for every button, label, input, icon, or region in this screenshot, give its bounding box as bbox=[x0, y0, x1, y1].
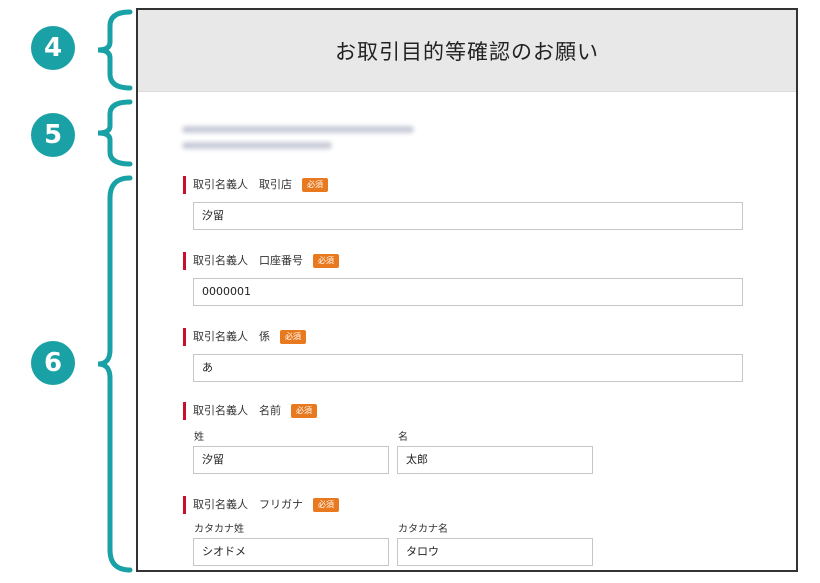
first-name-input[interactable]: 太郎 bbox=[397, 446, 593, 474]
form-screenshot-frame: お取引目的等確認のお願い 取引名義人 取引店 必須 汐留 取引名義人 口座番号 必須… bbox=[136, 8, 798, 572]
account-field-label: 取引名義人 口座番号 必須 bbox=[183, 252, 339, 270]
department-field-label: 取引名義人 係必須 bbox=[183, 328, 306, 346]
header-brace bbox=[97, 9, 133, 91]
branch-input[interactable]: 汐留 bbox=[193, 202, 743, 230]
department-label-text: 取引名義人 係 bbox=[193, 330, 270, 343]
required-badge: 必須 bbox=[291, 404, 317, 418]
first-name-kana-label: カタカナ名 bbox=[398, 524, 448, 535]
intro-brace bbox=[97, 99, 133, 167]
last-name-input[interactable]: 汐留 bbox=[193, 446, 389, 474]
last-name-label: 姓 bbox=[194, 432, 204, 443]
callout-number-6: 6 bbox=[31, 341, 75, 385]
required-badge: 必須 bbox=[313, 254, 339, 268]
callout-number-4: 4 bbox=[31, 26, 75, 70]
form-brace bbox=[97, 175, 133, 573]
furigana-label-text: 取引名義人 フリガナ bbox=[193, 498, 303, 511]
account-label-text: 取引名義人 口座番号 bbox=[193, 254, 303, 267]
account-number-input[interactable]: 0000001 bbox=[193, 278, 743, 306]
page-header: お取引目的等確認のお願い bbox=[138, 10, 796, 92]
first-name-kana-input[interactable]: タロウ bbox=[397, 538, 593, 566]
name-field-label: 取引名義人 名前 必須 bbox=[183, 402, 317, 420]
page-title: お取引目的等確認のお願い bbox=[335, 40, 599, 64]
required-badge: 必須 bbox=[313, 498, 339, 512]
department-input[interactable]: あ bbox=[193, 354, 743, 382]
first-name-label: 名 bbox=[398, 432, 408, 443]
callout-number-5: 5 bbox=[31, 113, 75, 157]
name-label-text: 取引名義人 名前 bbox=[193, 404, 281, 417]
last-name-kana-input[interactable]: シオドメ bbox=[193, 538, 389, 566]
required-badge: 必須 bbox=[302, 178, 328, 192]
furigana-field-label: 取引名義人 フリガナ 必須 bbox=[183, 496, 339, 514]
required-badge: 必須 bbox=[280, 330, 306, 344]
branch-label-text: 取引名義人 取引店 bbox=[193, 178, 292, 191]
branch-field-label: 取引名義人 取引店 必須 bbox=[183, 176, 328, 194]
last-name-kana-label: カタカナ姓 bbox=[194, 524, 244, 535]
